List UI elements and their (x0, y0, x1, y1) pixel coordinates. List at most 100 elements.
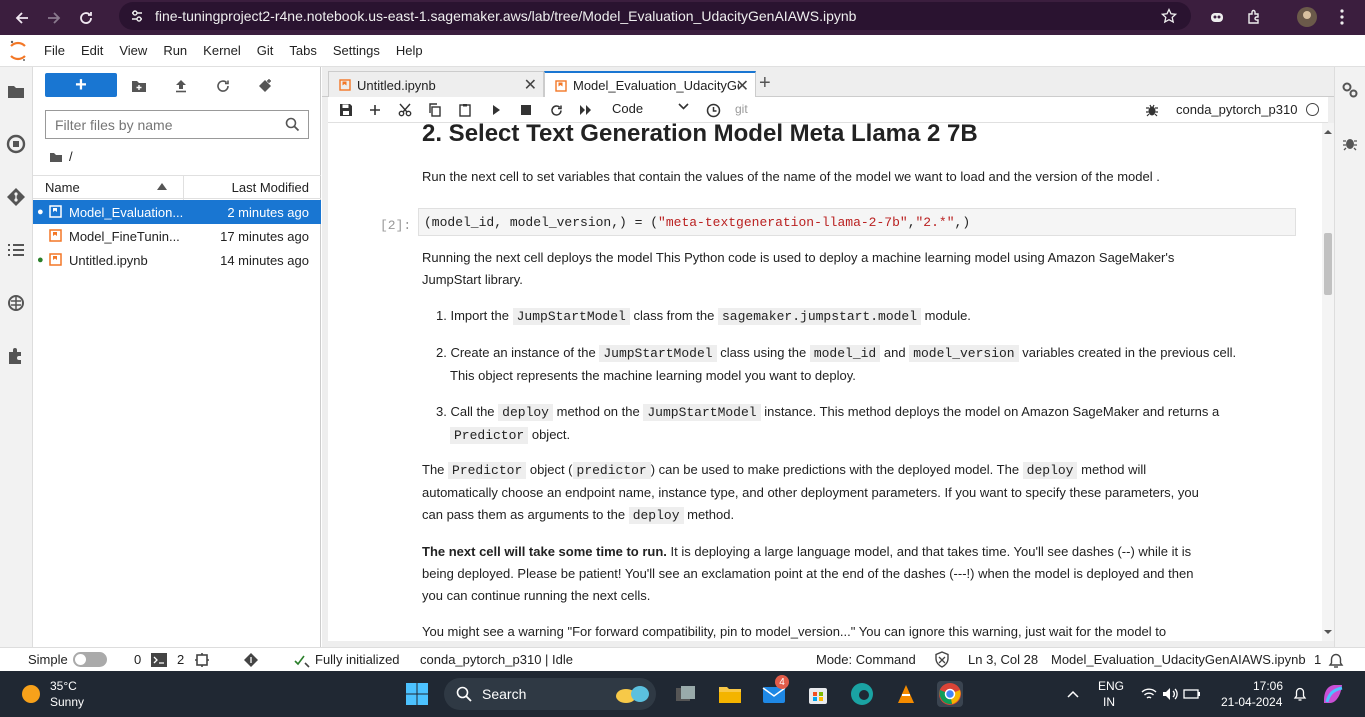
file-row[interactable]: ● Model_Evaluation... 2 minutes ago (33, 200, 321, 224)
debugger-bug-icon[interactable] (1342, 135, 1358, 151)
close-tab-icon[interactable]: ✕ (736, 76, 749, 96)
site-settings-icon[interactable] (129, 8, 145, 24)
start-windows-icon[interactable] (404, 681, 430, 707)
folder-icon[interactable] (49, 151, 63, 163)
weather-condition[interactable]: Sunny (50, 695, 84, 709)
close-tab-icon[interactable]: ✕ (524, 75, 537, 95)
save-icon[interactable] (337, 101, 355, 119)
copy-icon[interactable] (426, 101, 444, 119)
task-view-icon[interactable] (673, 681, 699, 707)
menu-file[interactable]: File (36, 43, 73, 58)
menu-kernel[interactable]: Kernel (195, 43, 249, 58)
folder-icon[interactable] (5, 80, 27, 102)
file-row[interactable]: Model_FineTunin... 17 minutes ago (33, 224, 321, 248)
restart-kernel-icon[interactable] (547, 101, 565, 119)
menu-tabs[interactable]: Tabs (281, 43, 324, 58)
extensions-puzzle-icon[interactable] (5, 345, 27, 367)
kernel-status-text[interactable]: conda_pytorch_p310 | Idle (420, 652, 573, 667)
code-cell[interactable]: (model_id, model_version,) = ("meta-text… (418, 208, 1296, 236)
chevron-up-icon[interactable] (1060, 681, 1086, 707)
filter-files-field[interactable] (45, 110, 309, 139)
interrupt-kernel-icon[interactable] (517, 101, 535, 119)
insert-cell-icon[interactable] (366, 101, 384, 119)
simple-mode-toggle[interactable] (73, 652, 107, 667)
edge-icon[interactable] (849, 681, 875, 707)
file-row[interactable]: ● Untitled.ipynb 14 minutes ago (33, 248, 321, 272)
filter-files-input[interactable] (55, 116, 275, 133)
forward-icon[interactable] (40, 4, 68, 32)
name-column-header[interactable]: Name (45, 180, 80, 195)
bell-icon[interactable] (1327, 651, 1345, 669)
clock-icon[interactable] (704, 101, 722, 119)
property-inspector-gears-icon[interactable] (1341, 81, 1359, 99)
notification-bell-icon[interactable] (1287, 681, 1313, 707)
menu-help[interactable]: Help (388, 43, 431, 58)
notification-count[interactable]: 1 (1314, 652, 1321, 667)
reload-icon[interactable] (72, 4, 100, 32)
kernel-count[interactable]: 2 (177, 652, 184, 667)
git-clone-icon[interactable] (256, 77, 274, 95)
chevron-down-icon[interactable] (678, 103, 689, 111)
extension-icon[interactable] (1205, 5, 1229, 29)
chrome-icon[interactable] (937, 681, 963, 707)
inline-code: JumpStartModel (643, 404, 761, 421)
taskbar-search[interactable]: Search (444, 678, 656, 710)
menu-git[interactable]: Git (249, 43, 282, 58)
profile-avatar[interactable] (1295, 5, 1319, 29)
tab-model-evaluation[interactable]: Model_Evaluation_UdacityGe ✕ (544, 71, 756, 98)
mail-icon[interactable]: 4 (761, 675, 789, 707)
copilot-icon[interactable] (1320, 681, 1346, 707)
language-region[interactable]: IN (1103, 695, 1115, 709)
run-cell-icon[interactable] (487, 101, 505, 119)
file-explorer-icon[interactable] (717, 681, 743, 707)
git-icon[interactable] (243, 652, 259, 668)
menu-settings[interactable]: Settings (325, 43, 388, 58)
trust-shield-icon[interactable] (934, 651, 950, 668)
upload-icon[interactable] (172, 77, 190, 95)
menu-edit[interactable]: Edit (73, 43, 111, 58)
menu-run[interactable]: Run (155, 43, 195, 58)
debugger-bug-icon[interactable] (1143, 101, 1161, 119)
back-icon[interactable] (8, 4, 36, 32)
vlc-icon[interactable] (893, 681, 919, 707)
sun-weather-icon[interactable] (20, 683, 42, 705)
cursor-position[interactable]: Ln 3, Col 28 (968, 652, 1038, 667)
scrollbar-thumb[interactable] (1324, 233, 1332, 295)
kernel-name[interactable]: conda_pytorch_p310 (1176, 102, 1297, 117)
git-icon[interactable] (5, 186, 27, 208)
refresh-icon[interactable] (214, 77, 232, 95)
clock-date[interactable]: 21-04-2024 (1221, 695, 1282, 709)
menu-view[interactable]: View (111, 43, 155, 58)
tab-untitled[interactable]: Untitled.ipynb ✕ (328, 71, 544, 98)
paste-icon[interactable] (456, 101, 474, 119)
new-launcher-button[interactable]: + (45, 73, 117, 97)
extensions-puzzle-icon[interactable] (1242, 5, 1266, 29)
table-of-contents-icon[interactable] (5, 239, 27, 261)
restart-run-all-icon[interactable] (577, 101, 595, 119)
terminal-count[interactable]: 0 (134, 652, 141, 667)
bookmark-star-icon[interactable] (1161, 8, 1177, 24)
store-icon[interactable] (805, 681, 831, 707)
lsp-status[interactable]: Fully initialized (315, 652, 400, 667)
cell-type-select[interactable]: Code (612, 101, 643, 116)
new-folder-icon[interactable] (130, 77, 148, 95)
browser-menu-icon[interactable] (1330, 5, 1354, 29)
new-tab-button[interactable]: + (759, 72, 771, 95)
clock-time[interactable]: 17:06 (1253, 679, 1283, 693)
cut-icon[interactable] (396, 101, 414, 119)
kernel-gear-icon[interactable] (195, 653, 209, 667)
paragraph: The Predictor object (predictor) can be … (422, 462, 1199, 524)
sagemaker-brain-icon[interactable] (5, 292, 27, 314)
sort-ascending-icon[interactable] (157, 183, 167, 190)
breadcrumb-root[interactable]: / (69, 149, 73, 164)
running-terminals-icon[interactable] (5, 133, 27, 155)
address-bar[interactable]: fine-tuningproject2-r4ne.notebook.us-eas… (119, 2, 1191, 30)
last-modified-column-header[interactable]: Last Modified (232, 180, 309, 195)
git-label[interactable]: git (735, 102, 748, 116)
terminal-icon[interactable] (151, 653, 167, 667)
url-text[interactable]: fine-tuningproject2-r4ne.notebook.us-eas… (155, 8, 856, 24)
weather-temp[interactable]: 35°C (50, 679, 77, 693)
notebook-scrollbar[interactable] (1322, 123, 1334, 641)
language-code[interactable]: ENG (1098, 679, 1124, 693)
battery-icon[interactable] (1179, 681, 1205, 707)
